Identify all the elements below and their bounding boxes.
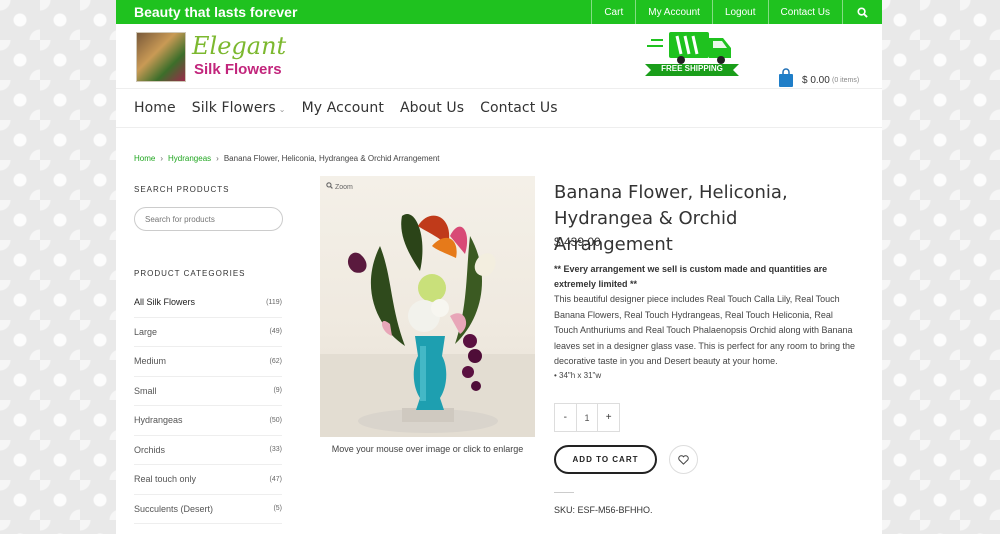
logo-text-silk-flowers[interactable]: Silk Flowers [194,61,282,78]
breadcrumb: Home › Hydrangeas › Banana Flower, Heliconia… [134,154,440,163]
search-icon[interactable] [842,0,882,24]
quantity-stepper: - 1 + [554,403,620,432]
category-label: Large [134,326,158,337]
product-description: This beautiful designer piece includes R… [554,294,855,366]
wishlist-button[interactable] [669,445,698,474]
category-count: (47) [269,475,282,483]
product-size: • 34"h x 31"w [554,371,602,380]
nav-about-us[interactable]: About Us [400,100,464,116]
flower-arrangement-illustration [320,214,535,437]
breadcrumb-current: Banana Flower, Heliconia, Hydrangea & Or… [223,154,440,163]
product-categories-heading: PRODUCT CATEGORIES [134,269,246,278]
qty-plus-button[interactable]: + [598,404,619,431]
image-caption: Move your mouse over image or click to e… [331,444,524,454]
qty-input[interactable]: 1 [575,404,599,431]
category-item[interactable]: Succulents (Desert) (5) [134,495,282,524]
category-count: (9) [273,387,282,395]
divider [554,492,574,493]
nav-home[interactable]: Home [134,100,176,116]
category-count: (5) [273,505,282,513]
category-label: Hydrangeas [134,415,183,426]
add-to-cart-button[interactable]: ADD TO CART [554,445,657,474]
product-search-input[interactable] [134,207,283,231]
category-label: All Silk Flowers [134,297,196,308]
category-label: Real touch only [134,474,197,485]
top-link-cart[interactable]: Cart [591,0,635,24]
nav-silk-flowers-label: Silk Flowers [191,100,276,116]
product-price: $ 439.00 [554,235,601,249]
category-item[interactable]: Large (49) [134,318,282,347]
main-nav: Home Silk Flowers ⌄ My Account About Us C… [116,88,882,128]
category-item[interactable]: Orchids (33) [134,436,282,465]
top-link-logout[interactable]: Logout [711,0,768,24]
nav-silk-flowers[interactable]: Silk Flowers ⌄ [192,100,286,116]
top-link-my-account[interactable]: My Account [635,0,712,24]
category-item[interactable]: Medium (62) [134,347,282,377]
category-label: Orchids [134,444,166,455]
top-nav: Cart My Account Logout Contact Us [591,0,882,24]
qty-minus-button[interactable]: - [555,404,576,431]
page-container: Beauty that lasts forever Cart My Accoun… [116,0,882,534]
cart-amount[interactable]: $ 0.00 [802,75,830,86]
breadcrumb-separator: › [160,154,164,163]
category-label: Succulents (Desert) [134,503,214,514]
top-bar: Beauty that lasts forever Cart My Accoun… [116,0,882,24]
product-sku: SKU: ESF-M56-BFHHO. [554,505,653,515]
category-count: (50) [269,416,282,424]
top-link-contact-us[interactable]: Contact Us [767,0,842,24]
nav-my-account[interactable]: My Account [302,100,384,116]
heart-icon [678,454,689,465]
site-header: Elegant Silk Flowers FREE SHIPPING $ 0.0… [116,24,882,88]
nav-contact-us[interactable]: Contact Us [480,100,557,116]
category-list: All Silk Flowers (119) Large (49) Medium (6… [134,288,282,524]
breadcrumb-category[interactable]: Hydrangeas [168,154,211,163]
category-item[interactable]: Small (9) [134,377,282,406]
product-image[interactable]: Zoom [320,176,535,437]
site-tagline: Beauty that lasts forever [134,4,298,20]
category-count: (49) [269,328,282,336]
category-item[interactable]: All Silk Flowers (119) [134,288,282,318]
product-note: ** Every arrangement we sell is custom m… [554,264,828,289]
free-shipping-truck-icon [645,32,739,76]
free-shipping-label: FREE SHIPPING [661,64,723,73]
shopping-bag-icon[interactable] [778,68,794,88]
logo-text-elegant[interactable]: Elegant [192,32,286,60]
cart-items-count[interactable]: (0 items) [832,77,859,84]
category-item[interactable]: Real touch only (47) [134,465,282,495]
category-item[interactable]: Hydrangeas (50) [134,406,282,436]
search-products-heading: SEARCH PRODUCTS [134,185,230,194]
category-count: (119) [266,298,282,306]
category-label: Medium [134,356,167,367]
category-count: (62) [269,357,282,365]
breadcrumb-separator: › [216,154,219,163]
category-label: Small [134,385,157,396]
category-count: (33) [269,446,282,454]
logo-flower-image[interactable] [136,32,186,82]
breadcrumb-home[interactable]: Home [134,154,155,163]
chevron-down-icon: ⌄ [278,105,286,114]
